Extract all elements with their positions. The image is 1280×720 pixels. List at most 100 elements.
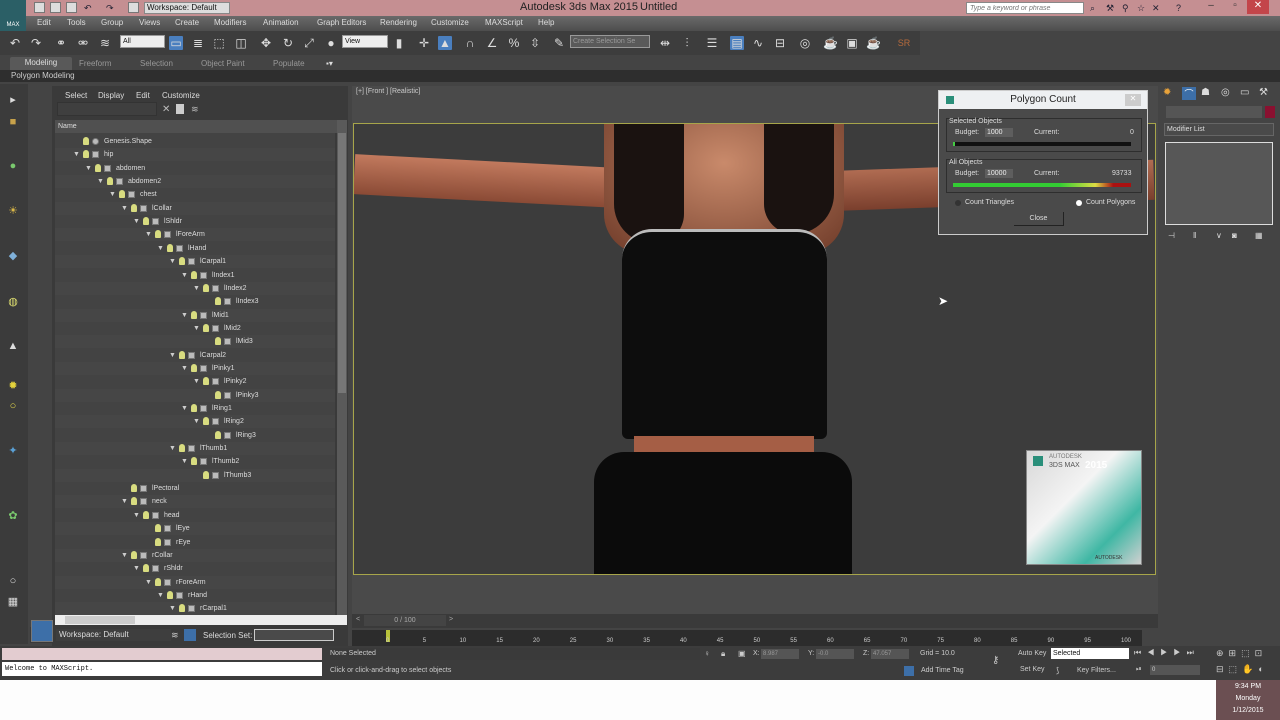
light-bulb-icon[interactable] <box>179 257 185 266</box>
tree-item[interactable]: ▼ lCarpal2 <box>55 349 335 362</box>
keyboard-shortcut-override-icon[interactable]: ▲ <box>438 36 452 50</box>
close-button[interactable]: ✕ <box>1247 0 1269 14</box>
object-name-field[interactable] <box>1166 106 1262 118</box>
modify-tab-icon[interactable]: ⌒ <box>1182 87 1196 100</box>
schematic-view-icon[interactable]: ⊟ <box>773 36 787 50</box>
menu-tools[interactable]: Tools <box>67 18 86 27</box>
explorer-icon-button[interactable] <box>31 620 53 642</box>
place-icon[interactable]: ● <box>324 36 338 50</box>
hierarchy-mode-icon[interactable] <box>184 629 196 641</box>
maxscript-listener-output[interactable]: Welcome to MAXScript. <box>2 662 322 676</box>
time-slider-thumb[interactable]: 0 / 100 <box>364 615 446 626</box>
menu-edit[interactable]: Edit <box>37 18 51 27</box>
tree-item[interactable]: ▼ lRing2 <box>55 415 335 429</box>
count-triangles-radio[interactable] <box>955 200 961 206</box>
explorer-find-input[interactable] <box>57 102 157 116</box>
scale-icon[interactable]: ⤢ <box>302 36 316 50</box>
x-coordinate-field[interactable]: 8.987 <box>761 649 799 659</box>
track-bar[interactable] <box>352 630 1142 646</box>
menu-rendering[interactable]: Rendering <box>380 18 417 27</box>
expand-arrow-icon[interactable]: ▼ <box>181 402 189 415</box>
render-setup-icon[interactable]: ☕ <box>823 36 838 50</box>
light-bulb-icon[interactable] <box>191 310 197 319</box>
tree-item[interactable]: lPectoral <box>55 482 335 495</box>
light-bulb-icon[interactable] <box>203 417 209 426</box>
expand-arrow-icon[interactable]: ▼ <box>169 602 177 615</box>
auto-key-button[interactable]: Auto Key <box>1018 650 1046 657</box>
reference-coordinate-dropdown[interactable]: View <box>342 35 388 48</box>
expand-arrow-icon[interactable]: ▼ <box>169 255 177 268</box>
render-production-icon[interactable]: ☕ <box>866 36 881 50</box>
configure-modifier-sets-icon[interactable]: ▦ <box>1255 231 1263 240</box>
expand-arrow-icon[interactable]: ▼ <box>85 162 93 175</box>
expand-arrow-icon[interactable]: ▼ <box>133 509 141 522</box>
hierarchy-tab-icon[interactable]: ☗ <box>1201 87 1210 98</box>
lights-icon[interactable]: ☀ <box>6 205 20 217</box>
tree-item[interactable]: ▼ rCollar <box>55 548 335 562</box>
tree-item[interactable]: lEye <box>55 522 335 536</box>
light-bulb-icon[interactable] <box>191 457 197 466</box>
tree-item[interactable]: lPinky3 <box>55 388 335 402</box>
expand-arrow-icon[interactable]: ▼ <box>169 349 177 362</box>
y-coordinate-field[interactable]: -0.0 <box>816 649 854 659</box>
new-file-icon[interactable] <box>34 2 45 13</box>
expand-arrow-icon[interactable]: ▼ <box>145 576 153 589</box>
expand-arrow-icon[interactable]: ▼ <box>181 362 189 375</box>
containers-icon[interactable]: ○ <box>6 400 20 412</box>
tab-object-paint[interactable]: Object Paint <box>201 59 245 68</box>
expand-arrow-icon[interactable]: ▼ <box>109 188 117 201</box>
expand-arrow-icon[interactable]: ▼ <box>181 309 189 322</box>
xrefs-icon[interactable]: ✿ <box>6 510 20 522</box>
tree-item[interactable]: Genesis.Shape <box>55 135 335 148</box>
tab-modeling[interactable]: Modeling <box>10 57 72 70</box>
tree-item[interactable]: lRing3 <box>55 429 335 442</box>
expand-arrow-icon[interactable]: ▼ <box>181 455 189 468</box>
tree-item[interactable]: ▼ neck <box>55 495 335 509</box>
tree-item[interactable]: ▼ head <box>55 509 335 522</box>
pivot-center-icon[interactable]: ▮ <box>392 36 406 50</box>
move-icon[interactable]: ✥ <box>259 36 273 50</box>
expand-arrow-icon[interactable]: ▼ <box>121 549 129 562</box>
select-by-name-icon[interactable]: ≣ <box>191 36 205 50</box>
binoculars-icon[interactable]: ⌕ <box>1090 3 1101 13</box>
tree-item[interactable]: ▼ chest <box>55 188 335 201</box>
expand-arrow-icon[interactable]: ▼ <box>157 242 165 255</box>
geometry-icon[interactable]: ■ <box>6 116 20 128</box>
spacewarps-icon[interactable]: ▲ <box>6 340 20 352</box>
taskbar-clock[interactable]: 9:34 PM Monday 1/12/2015 <box>1216 680 1280 720</box>
tree-item[interactable]: ▼ rCarpal1 <box>55 602 335 615</box>
tree-item[interactable]: ▼ lIndex1 <box>55 269 335 282</box>
light-bulb-icon[interactable] <box>191 363 197 372</box>
unlink-icon[interactable]: ⚮ <box>76 36 90 50</box>
groups-icon[interactable]: ○ <box>6 575 20 587</box>
explorer-menu-select[interactable]: Select <box>65 91 87 100</box>
light-bulb-icon[interactable] <box>167 243 173 252</box>
expand-arrow-icon[interactable]: ▼ <box>193 415 201 428</box>
close-button[interactable]: Close <box>1014 212 1064 226</box>
light-bulb-icon[interactable] <box>95 163 101 172</box>
light-bulb-icon[interactable] <box>131 203 137 212</box>
modifier-list-dropdown[interactable]: Modifier List <box>1164 123 1274 136</box>
bind-space-warp-icon[interactable]: ≋ <box>98 36 112 50</box>
menu-customize[interactable]: Customize <box>431 18 469 27</box>
light-bulb-icon[interactable] <box>83 137 89 145</box>
explorer-menu-customize[interactable]: Customize <box>162 91 200 100</box>
light-bulb-icon[interactable] <box>131 550 137 559</box>
tree-item[interactable]: ▼ lMid2 <box>55 322 335 335</box>
count-triangles-label[interactable]: Count Triangles <box>965 199 1014 206</box>
light-bulb-icon[interactable] <box>179 604 185 613</box>
utilities-tab-icon[interactable]: ⚒ <box>1259 87 1268 98</box>
tree-item[interactable]: ▼ rHand <box>55 589 335 602</box>
particles-icon[interactable]: ✦ <box>6 445 20 457</box>
tree-item[interactable]: ▼ lForeArm <box>55 228 335 242</box>
select-icon[interactable]: ▸ <box>6 94 20 106</box>
workspace-dropdown[interactable]: Workspace: Default <box>144 2 230 14</box>
light-bulb-icon[interactable] <box>119 190 125 199</box>
star-icon[interactable]: ☆ <box>1137 3 1148 13</box>
tree-item[interactable]: lMid3 <box>55 335 335 349</box>
scene-explorer-icon[interactable]: ▤ <box>730 36 744 50</box>
expand-arrow-icon[interactable]: ▼ <box>193 322 201 335</box>
link-icon[interactable]: ⚭ <box>54 36 68 50</box>
expand-arrow-icon[interactable]: ▼ <box>133 215 141 228</box>
window-crossing-icon[interactable]: ◫ <box>234 36 248 50</box>
